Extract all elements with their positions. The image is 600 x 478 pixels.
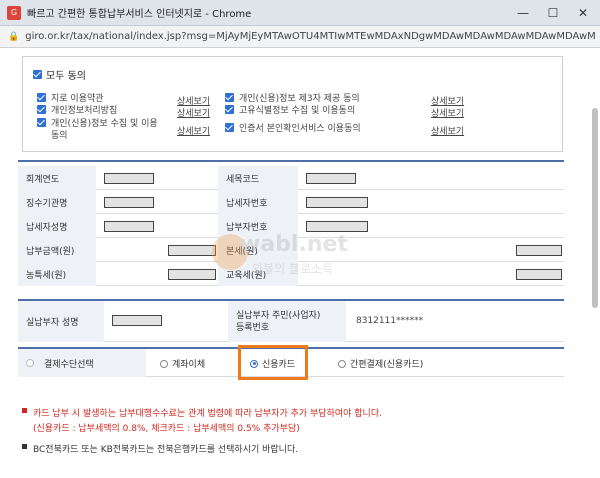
payer-id-value: 8312111******	[356, 316, 424, 326]
payer-name-field[interactable]	[112, 315, 162, 326]
vertical-scrollbar[interactable]	[592, 108, 598, 308]
checkbox-icon	[225, 93, 234, 102]
term-left-3[interactable]: 개인(신용)정보 수집 및 이용 동의	[37, 118, 158, 142]
collecting-org-label: 징수기관명	[18, 190, 96, 214]
term-label: 개인(신용)정보 수집 및 이용 동의	[51, 119, 158, 141]
giro-app-icon: G	[7, 5, 21, 20]
fiscal-year-label: 회계연도	[18, 166, 96, 190]
tax-code-value	[306, 173, 356, 184]
rural-tax-label: 농특세(원)	[18, 262, 96, 286]
bullet-square-icon	[22, 408, 27, 413]
fee-notice: 카드 납부 시 발생하는 납부대행수수료는 관계 법령에 따라 납부자가 추가 …	[22, 406, 382, 419]
payment-method-row: 결제수단선택 계좌이체 신용카드 간편결제(신용카드)	[18, 345, 564, 380]
checkbox-icon	[37, 118, 46, 127]
taxpayer-no-label: 납세자번호	[218, 190, 298, 214]
collecting-org-value	[104, 197, 154, 208]
url-text[interactable]: giro.or.kr/tax/national/index.jsp?msg=Mj…	[25, 31, 595, 42]
detail-link-3[interactable]: 상세보기	[177, 124, 210, 137]
radio-icon	[160, 359, 168, 368]
option-account-transfer[interactable]: 계좌이체	[160, 357, 205, 370]
principal-tax-label: 본세(원)	[218, 238, 298, 262]
term-label: 인증서 본인확인서비스 이용동의	[239, 124, 361, 134]
rural-tax-value	[168, 269, 216, 280]
taxpayer-name-label: 납세자성명	[18, 214, 96, 238]
principal-tax-value	[516, 245, 562, 256]
term-right-3[interactable]: 인증서 본인확인서비스 이용동의	[225, 123, 361, 135]
option-easy-pay[interactable]: 간편결제(신용카드)	[338, 357, 423, 370]
maximize-button[interactable]: ☐	[538, 0, 568, 26]
payer-info-table: 실납부자 성명 실납부자 주민(사업자) 등록번호 8312111******	[18, 299, 564, 342]
term-label: 개인정보처리방침	[51, 106, 118, 116]
detail-link-6[interactable]: 상세보기	[431, 124, 464, 137]
table-row: 납세자성명 납부자번호	[18, 214, 564, 238]
highlight-box	[238, 345, 308, 380]
option-label: 간편결제(신용카드)	[350, 360, 424, 370]
checkbox-icon	[33, 70, 42, 79]
education-tax-label: 교육세(원)	[218, 262, 298, 286]
checkbox-icon	[37, 93, 46, 102]
agree-all-label: 모두 동의	[46, 71, 86, 82]
term-right-1[interactable]: 개인(신용)정보 제3자 제공 동의	[225, 93, 360, 105]
agreement-box: 모두 동의 지로 이용약관 개인정보처리방침 개인(신용)정보 수집 및 이용 …	[22, 56, 563, 152]
bullet-square-icon	[22, 444, 27, 449]
bullet-icon	[26, 359, 34, 367]
payment-no-value	[306, 221, 368, 232]
window-titlebar: G 빠르고 간편한 통합납부서비스 인터넷지로 - Chrome — ☐ ✕	[0, 0, 600, 26]
term-label: 지로 이용약관	[51, 94, 104, 104]
close-button[interactable]: ✕	[568, 0, 598, 26]
checkbox-icon	[225, 105, 234, 114]
radio-icon	[338, 359, 346, 368]
tax-code-label: 세목코드	[218, 166, 298, 190]
table-row: 농특세(원) 교육세(원)	[18, 262, 564, 286]
table-row: 징수기관명 납세자번호	[18, 190, 564, 214]
fee-rate-notice: (신용카드 : 납부세액의 0.8%, 체크카드 : 납부세액의 0.5% 추가…	[33, 421, 300, 434]
fee-rate-text: (신용카드 : 납부세액의 0.8%, 체크카드 : 납부세액의 0.5% 추가…	[33, 424, 300, 434]
fee-notice-text: 카드 납부 시 발생하는 납부대행수수료는 관계 법령에 따라 납부자가 추가 …	[33, 409, 382, 419]
term-left-2[interactable]: 개인정보처리방침	[37, 105, 117, 117]
taxpayer-name-value	[104, 221, 154, 232]
agree-all-checkbox[interactable]: 모두 동의	[33, 67, 86, 82]
payer-id-label: 실납부자 주민(사업자) 등록번호	[228, 301, 346, 342]
detail-link-2[interactable]: 상세보기	[177, 106, 210, 119]
payment-no-label: 납부자번호	[218, 214, 298, 238]
tax-info-table: 회계연도 세목코드 징수기관명 납세자번호 납세자성명 납부자번호 납부금액(원…	[18, 160, 564, 286]
minimize-button[interactable]: —	[508, 0, 538, 26]
term-left-1[interactable]: 지로 이용약관	[37, 93, 104, 105]
payer-name-label: 실납부자 성명	[18, 301, 104, 342]
option-label: 계좌이체	[172, 360, 206, 370]
payment-method-label: 결제수단선택	[44, 359, 94, 370]
payment-method-label-cell: 결제수단선택	[18, 349, 146, 377]
card-notice: BC전북카드 또는 KB전북카드는 전북은행카드를 선택하시기 바랍니다.	[22, 442, 298, 455]
amount-value	[168, 245, 216, 256]
checkbox-icon	[225, 123, 234, 132]
window-title: 빠르고 간편한 통합납부서비스 인터넷지로 - Chrome	[27, 9, 252, 20]
address-bar[interactable]: 🔒 giro.or.kr/tax/national/index.jsp?msg=…	[0, 26, 600, 48]
taxpayer-no-value	[306, 197, 368, 208]
table-row: 회계연도 세목코드	[18, 166, 564, 190]
lock-icon: 🔒	[8, 31, 20, 42]
fiscal-year-value	[104, 173, 154, 184]
amount-label: 납부금액(원)	[18, 238, 96, 262]
education-tax-value	[516, 269, 562, 280]
table-row: 납부금액(원) 본세(원)	[18, 238, 564, 262]
term-right-2[interactable]: 고유식별정보 수집 및 이용동의	[225, 105, 355, 117]
term-label: 개인(신용)정보 제3자 제공 동의	[239, 94, 360, 104]
checkbox-icon	[37, 105, 46, 114]
detail-link-5[interactable]: 상세보기	[431, 106, 464, 119]
term-label: 고유식별정보 수집 및 이용동의	[239, 106, 356, 116]
card-notice-text: BC전북카드 또는 KB전북카드는 전북은행카드를 선택하시기 바랍니다.	[33, 445, 299, 455]
page-content: 모두 동의 지로 이용약관 개인정보처리방침 개인(신용)정보 수집 및 이용 …	[0, 48, 600, 478]
